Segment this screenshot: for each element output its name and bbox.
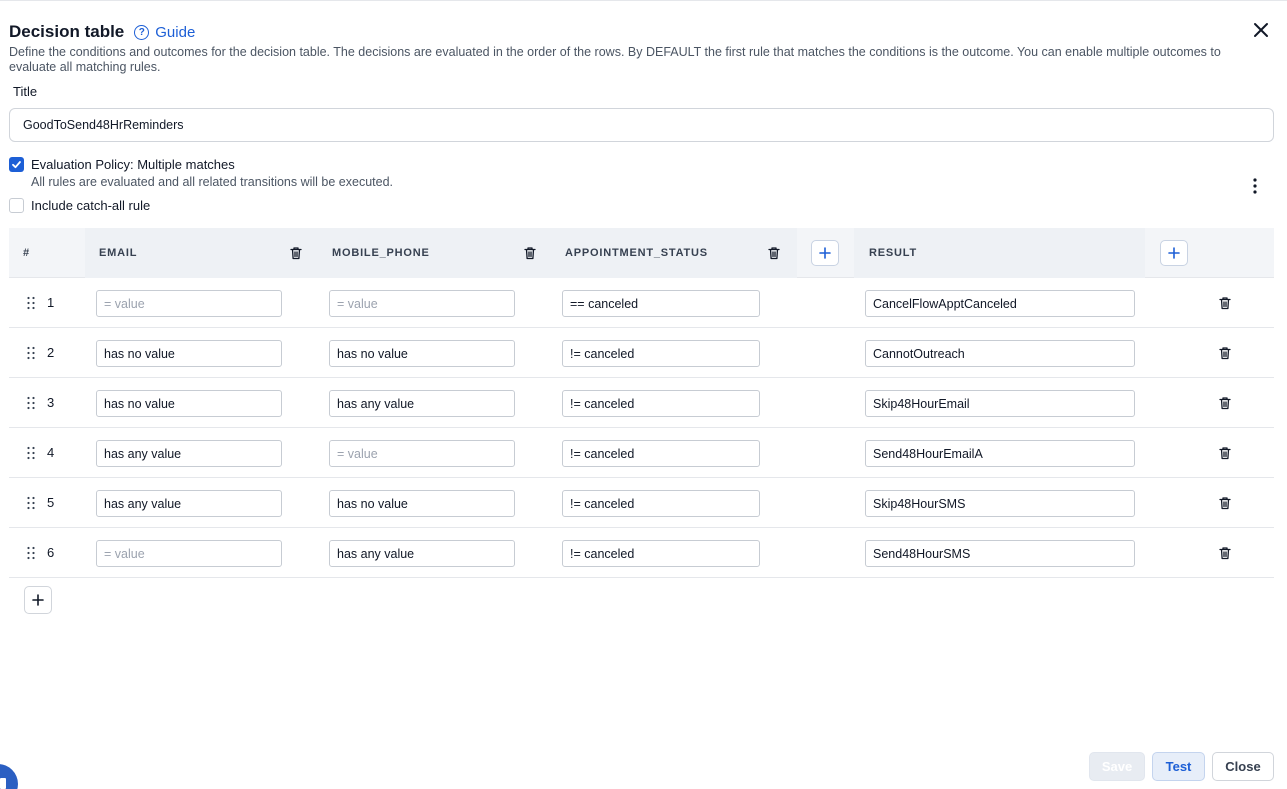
table-row: 1 = value = value == canceled CancelFlowAppt… [9, 278, 1274, 328]
row-number: 1 [47, 295, 55, 310]
drag-handle-icon[interactable] [26, 346, 36, 360]
trash-icon[interactable] [1218, 496, 1232, 510]
result-cell-input[interactable]: Send48HourEmailA [865, 440, 1135, 467]
table-row: 2 has no value has no value != canceled Cann… [9, 328, 1274, 378]
row-number: 5 [47, 495, 55, 510]
drag-handle-icon[interactable] [26, 546, 36, 560]
plus-icon [32, 594, 44, 606]
drag-handle-icon[interactable] [26, 296, 36, 310]
close-icon[interactable] [1251, 20, 1271, 40]
email-cell-input[interactable]: has no value [96, 340, 282, 367]
column-header-email: EMAIL [99, 247, 138, 259]
row-number: 6 [47, 545, 55, 560]
result-cell-input[interactable]: CannotOutreach [865, 340, 1135, 367]
plus-icon [819, 247, 831, 259]
row-number: 3 [47, 395, 55, 410]
table-row: 5 has any value has no value != canceled Ski… [9, 478, 1274, 528]
drag-handle-icon[interactable] [26, 446, 36, 460]
evaluation-policy-checkbox-row[interactable]: Evaluation Policy: Multiple matches [9, 157, 235, 172]
appointment-status-cell-input[interactable]: != canceled [562, 440, 760, 467]
evaluation-policy-checkbox[interactable] [9, 157, 24, 172]
email-cell-input[interactable]: has any value [96, 490, 282, 517]
result-cell-input[interactable]: CancelFlowApptCanceled [865, 290, 1135, 317]
trash-icon[interactable] [767, 246, 781, 260]
mobile-phone-cell-input[interactable]: has any value [329, 390, 515, 417]
plus-icon [1168, 247, 1180, 259]
mobile-phone-cell-input[interactable]: has no value [329, 490, 515, 517]
trash-icon[interactable] [1218, 396, 1232, 410]
email-cell-input[interactable]: has any value [96, 440, 282, 467]
add-row-button[interactable] [24, 586, 52, 614]
appointment-status-cell-input[interactable]: != canceled [562, 340, 760, 367]
chat-widget-icon [0, 778, 6, 789]
catch-all-checkbox[interactable] [9, 198, 24, 213]
column-header-mobile-phone: MOBILE_PHONE [332, 247, 430, 259]
email-cell-input[interactable]: has no value [96, 390, 282, 417]
column-header-appointment-status: APPOINTMENT_STATUS [565, 247, 708, 259]
evaluation-policy-sublabel: All rules are evaluated and all related … [31, 175, 394, 189]
appointment-status-cell-input[interactable]: == canceled [562, 290, 760, 317]
appointment-status-cell-input[interactable]: != canceled [562, 540, 760, 567]
title-field-label: Title [13, 84, 38, 99]
row-number: 4 [47, 445, 55, 460]
catch-all-label: Include catch-all rule [31, 198, 151, 213]
mobile-phone-cell-input[interactable]: has any value [329, 540, 515, 567]
dialog-title: Decision table [9, 22, 125, 41]
trash-icon[interactable] [523, 246, 537, 260]
close-button[interactable]: Close [1212, 752, 1274, 781]
email-cell-input[interactable]: = value [96, 540, 282, 567]
kebab-menu-icon[interactable] [1247, 177, 1263, 195]
result-cell-input[interactable]: Skip48HourEmail [865, 390, 1135, 417]
trash-icon[interactable] [1218, 296, 1232, 310]
save-button[interactable]: Save [1089, 752, 1145, 781]
table-row: 6 = value has any value != canceled Send48Ho… [9, 528, 1274, 578]
column-header-num: # [23, 247, 30, 259]
add-condition-column-button[interactable] [811, 240, 839, 266]
drag-handle-icon[interactable] [26, 396, 36, 410]
title-input[interactable]: GoodToSend48HrReminders [9, 108, 1274, 142]
dialog-description: Define the conditions and outcomes for t… [9, 45, 1221, 74]
table-row: 3 has no value has any value != canceled Ski… [9, 378, 1274, 428]
dialog-header: Decision table ? Guide [9, 22, 195, 42]
help-circle-icon: ? [134, 24, 150, 40]
add-result-column-button[interactable] [1160, 240, 1188, 266]
trash-icon[interactable] [289, 246, 303, 260]
evaluation-policy-label: Evaluation Policy: Multiple matches [31, 157, 235, 172]
row-number: 2 [47, 345, 55, 360]
result-cell-input[interactable]: Skip48HourSMS [865, 490, 1135, 517]
trash-icon[interactable] [1218, 346, 1232, 360]
trash-icon[interactable] [1218, 546, 1232, 560]
guide-label: Guide [155, 23, 196, 41]
decision-table: # EMAIL MOBILE_PHONE APPOINTMENT_STATUS … [9, 228, 1274, 578]
appointment-status-cell-input[interactable]: != canceled [562, 390, 760, 417]
table-body: 1 = value = value == canceled CancelFlowAppt… [9, 278, 1274, 578]
mobile-phone-cell-input[interactable]: = value [329, 440, 515, 467]
appointment-status-cell-input[interactable]: != canceled [562, 490, 760, 517]
test-button[interactable]: Test [1152, 752, 1205, 781]
drag-handle-icon[interactable] [26, 496, 36, 510]
column-header-result: RESULT [869, 247, 917, 259]
table-row: 4 has any value = value != canceled Send48Ho… [9, 428, 1274, 478]
result-cell-input[interactable]: Send48HourSMS [865, 540, 1135, 567]
trash-icon[interactable] [1218, 446, 1232, 460]
catch-all-checkbox-row[interactable]: Include catch-all rule [9, 198, 150, 213]
top-border [0, 0, 1287, 1]
email-cell-input[interactable]: = value [96, 290, 282, 317]
guide-link[interactable]: ? Guide [134, 24, 195, 41]
mobile-phone-cell-input[interactable]: = value [329, 290, 515, 317]
check-icon [12, 161, 21, 169]
table-header: # EMAIL MOBILE_PHONE APPOINTMENT_STATUS … [9, 228, 1274, 278]
mobile-phone-cell-input[interactable]: has no value [329, 340, 515, 367]
